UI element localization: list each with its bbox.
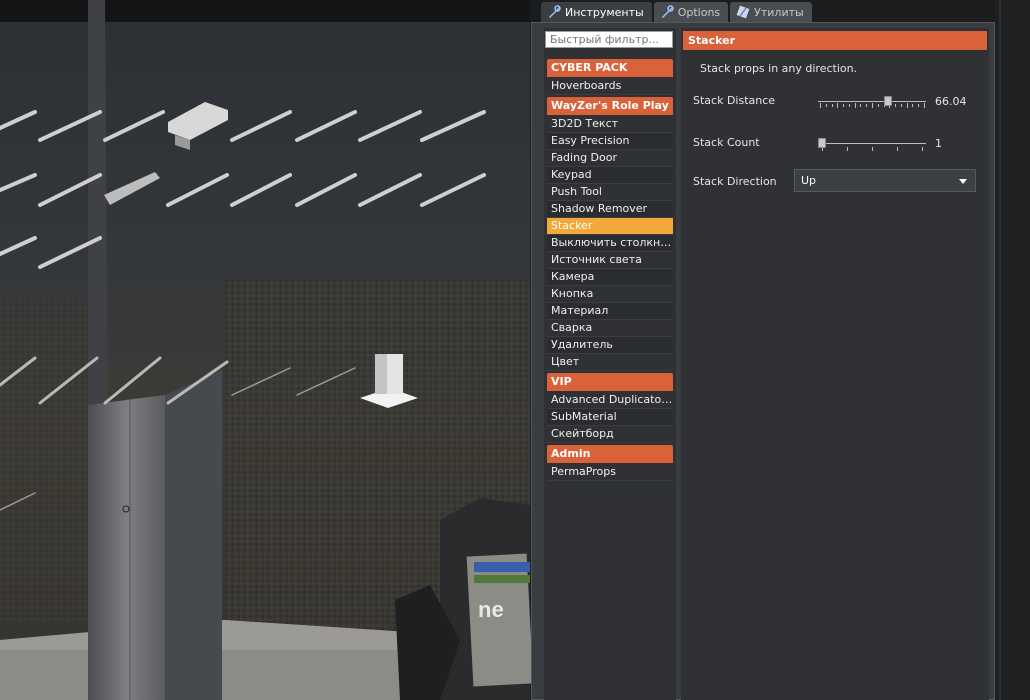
- stack-distance-value: 66.04: [935, 95, 967, 108]
- stack-count-label: Stack Count: [693, 136, 760, 149]
- tool-list-item[interactable]: Материал: [547, 303, 673, 320]
- tool-description: Stack props in any direction.: [700, 62, 858, 75]
- tool-list-item[interactable]: SubMaterial: [547, 409, 673, 426]
- tool-list-item[interactable]: Цвет: [547, 354, 673, 371]
- tool-list-item[interactable]: Shadow Remover: [547, 201, 673, 218]
- slider-tick: [832, 104, 833, 107]
- slider-tick: [847, 147, 848, 151]
- slider-tick: [826, 104, 827, 107]
- tool-list-item[interactable]: Удалитель: [547, 337, 673, 354]
- tab-tools[interactable]: Инструменты: [541, 2, 652, 22]
- category-header[interactable]: VIP: [547, 373, 673, 391]
- tool-list-item[interactable]: Hoverboards: [547, 78, 673, 95]
- slider-tick: [895, 104, 896, 107]
- slider-knob[interactable]: [884, 96, 892, 106]
- slider-tick: [907, 103, 908, 108]
- slider-tick: [912, 104, 913, 107]
- stack-distance-slider[interactable]: [818, 92, 926, 112]
- tool-list-item[interactable]: Скейтборд: [547, 426, 673, 443]
- tool-list-item[interactable]: Кнопка: [547, 286, 673, 303]
- tool-list-item[interactable]: Keypad: [547, 167, 673, 184]
- tool-list: CYBER PACK Hoverboards WayZer's Role Play 3…: [547, 57, 673, 481]
- slider-tick: [878, 104, 879, 107]
- stack-direction-value: Up: [801, 174, 817, 187]
- tool-settings-panel: [681, 28, 989, 700]
- tool-list-item[interactable]: Выключить столкно...: [547, 235, 673, 252]
- tool-list-item[interactable]: Камера: [547, 269, 673, 286]
- category-header[interactable]: WayZer's Role Play: [547, 97, 673, 115]
- device-screen-text: ne: [478, 597, 504, 622]
- stack-direction-select[interactable]: Up: [794, 169, 976, 192]
- stack-count-slider[interactable]: [818, 134, 926, 154]
- slider-tick: [860, 104, 861, 107]
- tool-list-item[interactable]: Push Tool: [547, 184, 673, 201]
- stack-direction-label: Stack Direction: [693, 175, 777, 188]
- wrench-icon: [547, 5, 561, 19]
- tab-options[interactable]: Options: [653, 2, 729, 22]
- tool-list-item[interactable]: Stacker: [547, 218, 673, 235]
- tool-title: Stacker: [683, 31, 987, 50]
- slider-tick: [924, 103, 925, 108]
- tool-list-item[interactable]: Fading Door: [547, 150, 673, 167]
- slider-tick: [837, 103, 838, 108]
- spawnmenu-tabs: Инструменты Options Утилиты: [541, 2, 812, 22]
- slider-tick: [872, 103, 873, 108]
- slider-tick: [922, 147, 923, 151]
- tab-utilities-label: Утилиты: [754, 5, 804, 19]
- tool-list-item[interactable]: Источник света: [547, 252, 673, 269]
- tab-utilities[interactable]: Утилиты: [730, 2, 812, 22]
- tool-list-item[interactable]: PermaProps: [547, 464, 673, 481]
- chevron-down-icon: [959, 179, 967, 184]
- slider-tick: [843, 104, 844, 107]
- tool-list-item[interactable]: Сварка: [547, 320, 673, 337]
- utilities-icon: [736, 5, 750, 19]
- tool-list-item[interactable]: 3D2D Текст: [547, 116, 673, 133]
- category-header[interactable]: Admin: [547, 445, 673, 463]
- stack-distance-label: Stack Distance: [693, 94, 776, 107]
- slider-tick: [849, 104, 850, 107]
- slider-tick: [918, 104, 919, 107]
- quick-filter-input[interactable]: [545, 31, 673, 48]
- tab-tools-label: Инструменты: [565, 5, 644, 19]
- slider-tick: [897, 147, 898, 151]
- tool-list-item[interactable]: Easy Precision: [547, 133, 673, 150]
- category-header[interactable]: CYBER PACK: [547, 59, 673, 77]
- slider-tick: [855, 103, 856, 108]
- slider-tick: [820, 103, 821, 108]
- tab-options-label: Options: [677, 5, 721, 19]
- slider-tick: [866, 104, 867, 107]
- wrench-icon: [660, 5, 674, 19]
- stack-count-value: 1: [935, 137, 942, 150]
- tool-list-item[interactable]: Advanced Duplicator 2: [547, 392, 673, 409]
- slider-tick: [872, 147, 873, 151]
- slider-tick: [901, 104, 902, 107]
- slider-knob[interactable]: [818, 138, 826, 148]
